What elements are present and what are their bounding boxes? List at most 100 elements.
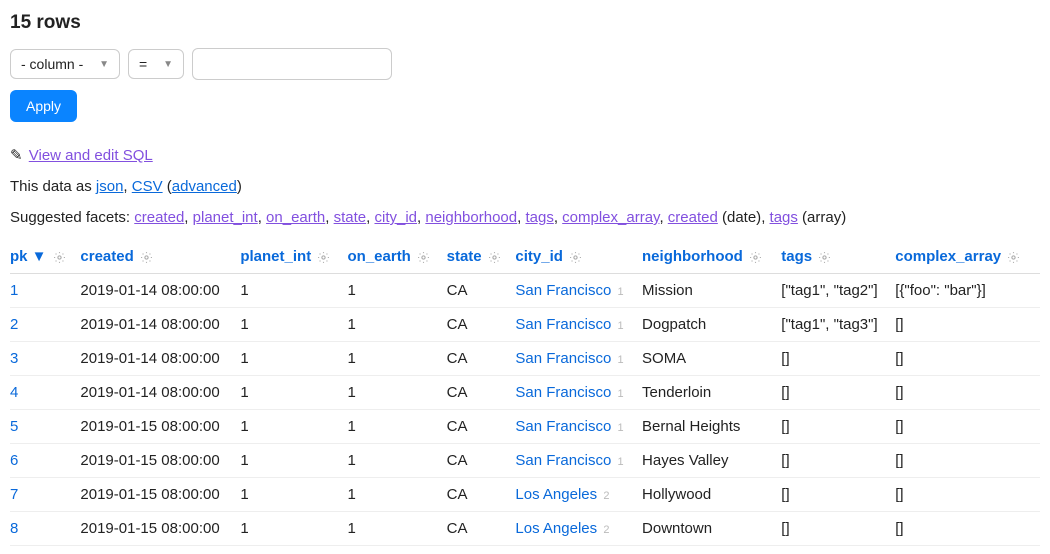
col-header-on_earth: on_earth <box>348 240 447 274</box>
cell-planet_int: 1 <box>240 444 347 478</box>
table-row: 52019-01-15 08:00:0011CASan Francisco 1B… <box>10 410 1040 444</box>
facet-link-complex_array[interactable]: complex_array <box>562 209 659 226</box>
cell-created: 2019-01-15 08:00:00 <box>80 512 240 546</box>
export-line: This data as json, CSV (advanced) <box>10 178 1040 195</box>
city-link[interactable]: San Francisco <box>515 384 611 401</box>
pk-link[interactable]: 8 <box>10 520 18 537</box>
cell-neighborhood: Downtown <box>642 512 781 546</box>
col-sort-complex_array[interactable]: complex_array <box>895 248 1001 265</box>
filter-op-value: = <box>139 56 147 72</box>
pk-link[interactable]: 7 <box>10 486 18 503</box>
city-link[interactable]: Los Angeles <box>515 486 597 503</box>
table-row: 72019-01-15 08:00:0011CALos Angeles 2Hol… <box>10 478 1040 512</box>
fk-badge: 1 <box>617 320 623 332</box>
cell-city_id: San Francisco 1 <box>515 308 642 342</box>
gear-icon[interactable] <box>749 251 762 264</box>
facet-link-tags[interactable]: tags <box>525 209 553 226</box>
export-json-link[interactable]: json <box>96 178 124 195</box>
cell-complex_array: [] <box>895 376 1040 410</box>
gear-icon[interactable] <box>818 251 831 264</box>
pk-link[interactable]: 6 <box>10 452 18 469</box>
facet-link-planet_int[interactable]: planet_int <box>193 209 258 226</box>
gear-icon[interactable] <box>488 251 501 264</box>
col-sort-created[interactable]: created <box>80 248 133 265</box>
cell-created: 2019-01-15 08:00:00 <box>80 478 240 512</box>
facet-link-created[interactable]: created <box>134 209 184 226</box>
col-sort-planet_int[interactable]: planet_int <box>240 248 311 265</box>
pk-link[interactable]: 1 <box>10 282 18 299</box>
filter-column-select[interactable]: - column - ▼ <box>10 49 120 79</box>
cell-created: 2019-01-15 08:00:00 <box>80 444 240 478</box>
city-link[interactable]: San Francisco <box>515 418 611 435</box>
cell-city_id: San Francisco 1 <box>515 444 642 478</box>
city-link[interactable]: San Francisco <box>515 452 611 469</box>
apply-button[interactable]: Apply <box>10 90 77 122</box>
gear-icon[interactable] <box>317 251 330 264</box>
cell-complex_array: [] <box>895 444 1040 478</box>
gear-icon[interactable] <box>53 251 66 264</box>
city-link[interactable]: Los Angeles <box>515 520 597 537</box>
gear-icon[interactable] <box>1007 251 1020 264</box>
cell-pk: 7 <box>10 478 80 512</box>
cell-planet_int: 1 <box>240 308 347 342</box>
cell-state: CA <box>447 512 516 546</box>
facet-link-on_earth[interactable]: on_earth <box>266 209 325 226</box>
cell-city_id: San Francisco 1 <box>515 410 642 444</box>
cell-state: CA <box>447 376 516 410</box>
filter-op-select[interactable]: = ▼ <box>128 49 184 79</box>
col-sort-state[interactable]: state <box>447 248 482 265</box>
table-row: 82019-01-15 08:00:0011CALos Angeles 2Dow… <box>10 512 1040 546</box>
cell-neighborhood: Hollywood <box>642 478 781 512</box>
col-sort-neighborhood[interactable]: neighborhood <box>642 248 743 265</box>
cell-on_earth: 1 <box>348 308 447 342</box>
cell-state: CA <box>447 410 516 444</box>
col-sort-city_id[interactable]: city_id <box>515 248 563 265</box>
table-row: 42019-01-14 08:00:0011CASan Francisco 1T… <box>10 376 1040 410</box>
pk-link[interactable]: 3 <box>10 350 18 367</box>
fk-badge: 1 <box>617 286 623 298</box>
col-header-planet_int: planet_int <box>240 240 347 274</box>
gear-icon[interactable] <box>417 251 430 264</box>
gear-icon[interactable] <box>140 251 153 264</box>
cell-created: 2019-01-15 08:00:00 <box>80 410 240 444</box>
cell-state: CA <box>447 478 516 512</box>
cell-created: 2019-01-14 08:00:00 <box>80 274 240 308</box>
table-row: 12019-01-14 08:00:0011CASan Francisco 1M… <box>10 274 1040 308</box>
fk-badge: 1 <box>617 456 623 468</box>
sql-line: ✎ View and edit SQL <box>10 146 1040 164</box>
col-sort-on_earth[interactable]: on_earth <box>348 248 411 265</box>
pk-link[interactable]: 4 <box>10 384 18 401</box>
cell-pk: 8 <box>10 512 80 546</box>
col-sort-tags[interactable]: tags <box>781 248 812 265</box>
export-advanced-link[interactable]: advanced <box>172 178 237 195</box>
cell-pk: 5 <box>10 410 80 444</box>
facet-link-state[interactable]: state <box>334 209 367 226</box>
col-header-city_id: city_id <box>515 240 642 274</box>
cell-tags: ["tag1", "tag2"] <box>781 274 895 308</box>
col-header-tags: tags <box>781 240 895 274</box>
pk-link[interactable]: 2 <box>10 316 18 333</box>
cell-state: CA <box>447 308 516 342</box>
export-csv-link[interactable]: CSV <box>132 178 163 195</box>
gear-icon[interactable] <box>569 251 582 264</box>
cell-complex_array: [] <box>895 308 1040 342</box>
pk-link[interactable]: 5 <box>10 418 18 435</box>
col-sort-pk[interactable]: pk ▼ <box>10 248 47 265</box>
cell-pk: 2 <box>10 308 80 342</box>
city-link[interactable]: San Francisco <box>515 350 611 367</box>
cell-on_earth: 1 <box>348 444 447 478</box>
view-edit-sql-link[interactable]: View and edit SQL <box>29 147 153 164</box>
facet-link-neighborhood[interactable]: neighborhood <box>425 209 517 226</box>
city-link[interactable]: San Francisco <box>515 316 611 333</box>
cell-created: 2019-01-14 08:00:00 <box>80 342 240 376</box>
facet-link-created-extra[interactable]: created <box>668 209 718 226</box>
data-table: pk ▼ created planet_int on_earth state c… <box>10 240 1040 546</box>
page-title: 15 rows <box>10 12 1040 34</box>
cell-on_earth: 1 <box>348 342 447 376</box>
facet-link-tags-extra[interactable]: tags <box>770 209 798 226</box>
chevron-down-icon: ▼ <box>163 59 173 70</box>
city-link[interactable]: San Francisco <box>515 282 611 299</box>
facet-link-city_id[interactable]: city_id <box>374 209 417 226</box>
cell-complex_array: [{"foo": "bar"}] <box>895 274 1040 308</box>
filter-value-input[interactable] <box>192 48 392 80</box>
